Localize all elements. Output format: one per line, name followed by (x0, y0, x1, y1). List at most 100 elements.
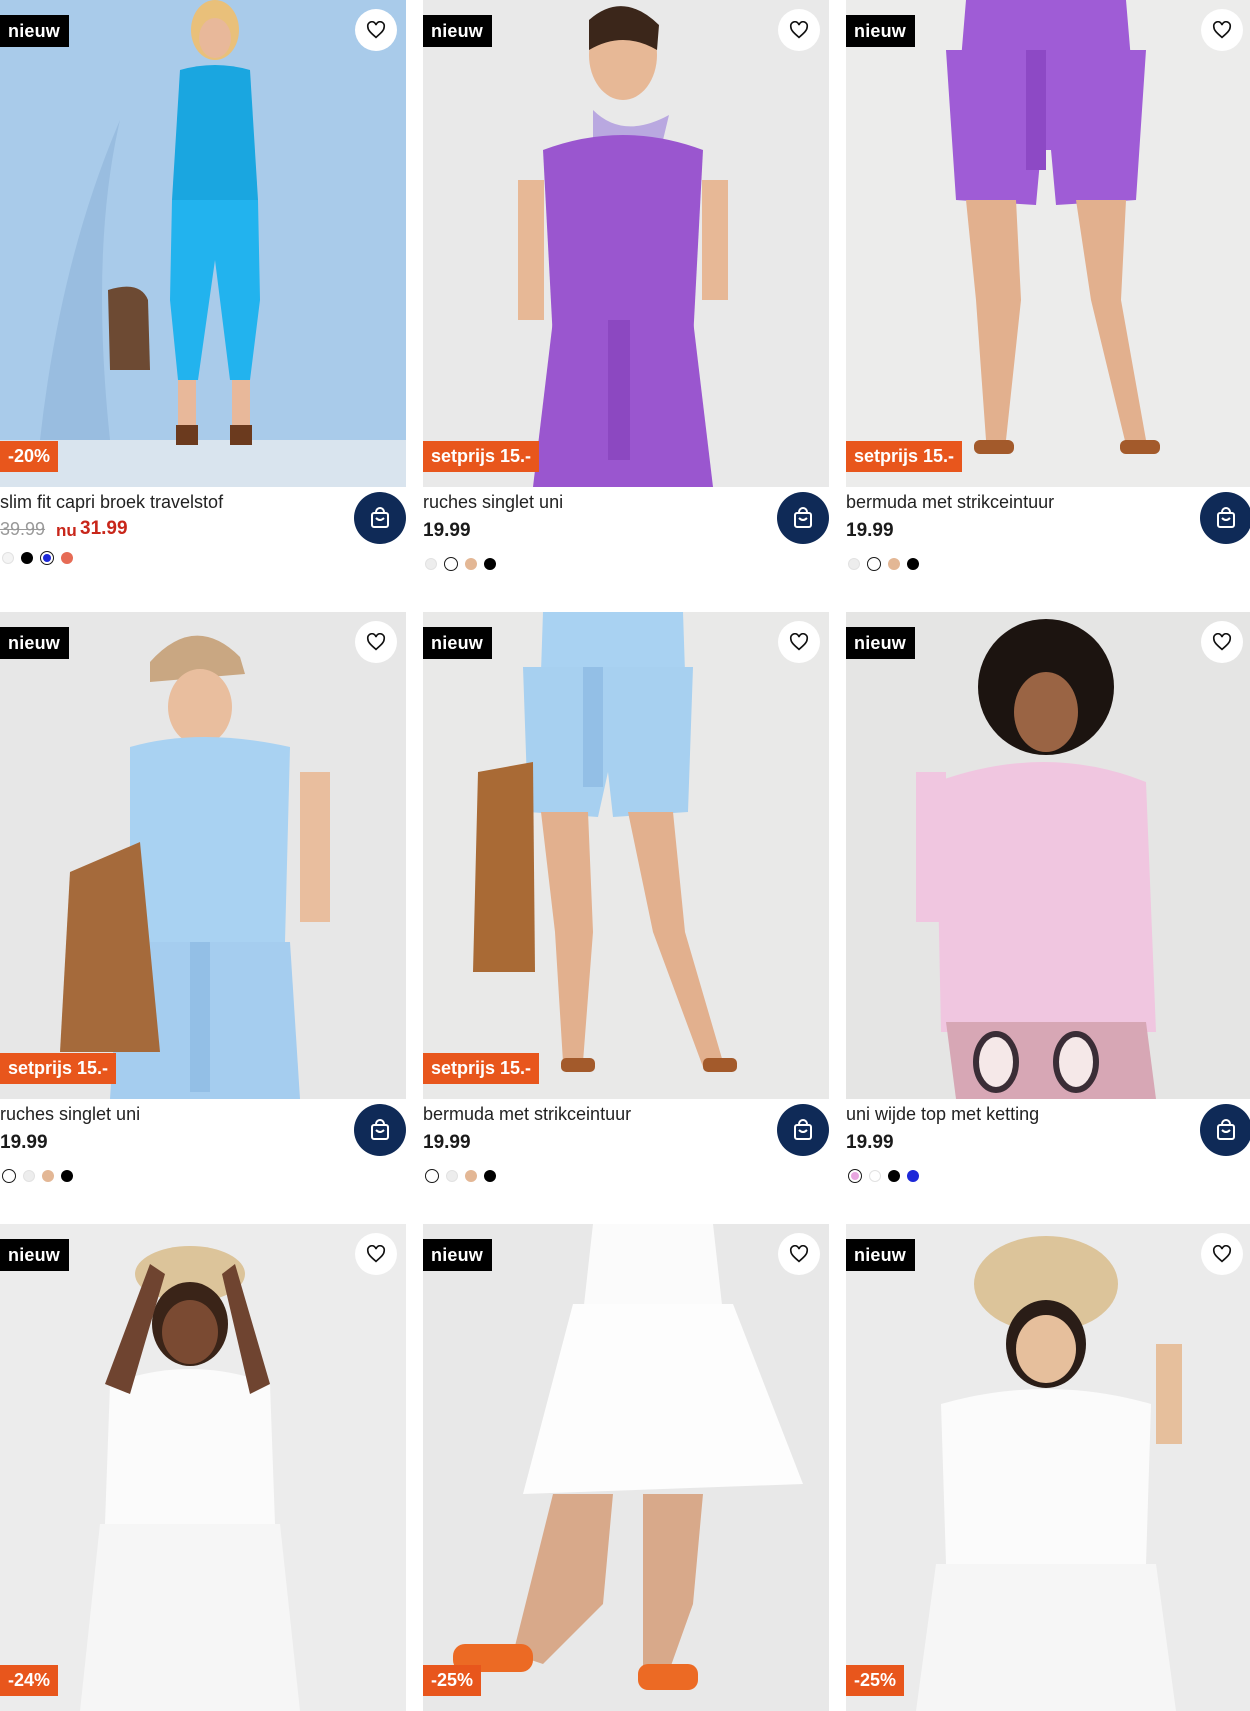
badge-promo: setprijs 15.- (846, 441, 963, 472)
product-card[interactable]: nieuw setprijs 15.- ruches singlet uni 1… (0, 612, 406, 1199)
product-info: bermuda met strikceintuur 19.99 (846, 487, 1250, 587)
product-info: bermuda met strikceintuur 19.99 (423, 1099, 829, 1199)
color-swatch[interactable] (2, 1169, 16, 1183)
color-swatches (425, 557, 496, 571)
color-swatches (2, 551, 73, 565)
color-swatch[interactable] (61, 552, 73, 564)
add-to-cart-button[interactable] (354, 492, 406, 544)
badge-promo: -25% (423, 1665, 482, 1696)
product-card[interactable]: nieuw setprijs 15.- ruches singlet uni 1… (423, 0, 829, 587)
badge-new: nieuw (423, 1239, 493, 1271)
favorite-button[interactable] (778, 1233, 820, 1275)
product-photo (846, 612, 1250, 1099)
price: 19.99 (0, 1132, 48, 1153)
shopping-bag-icon (371, 507, 389, 528)
favorite-button[interactable] (355, 621, 397, 663)
product-card[interactable]: nieuw -20% slim fit capri broek travelst… (0, 0, 406, 587)
add-to-cart-button[interactable] (354, 1104, 406, 1156)
badge-new: nieuw (846, 1239, 916, 1271)
product-image[interactable]: nieuw -25% (423, 1224, 829, 1711)
color-swatch[interactable] (848, 558, 860, 570)
product-image[interactable]: nieuw setprijs 15.- (846, 0, 1250, 487)
price: 19.99 (423, 520, 471, 541)
heart-icon (366, 633, 386, 651)
color-swatch[interactable] (444, 557, 458, 571)
product-photo (423, 612, 829, 1099)
price-new: 31.99 (80, 518, 128, 539)
product-info: ruches singlet uni 19.99 (423, 487, 829, 587)
product-photo (0, 0, 406, 487)
product-card[interactable]: nieuw -25% (846, 1224, 1250, 1711)
color-swatch[interactable] (23, 1170, 35, 1182)
product-title[interactable]: bermuda met strikceintuur (423, 1104, 631, 1125)
color-swatch[interactable] (21, 552, 33, 564)
product-card[interactable]: nieuw -24% (0, 1224, 406, 1711)
color-swatch[interactable] (425, 1169, 439, 1183)
favorite-button[interactable] (778, 9, 820, 51)
color-swatch[interactable] (907, 558, 919, 570)
product-image[interactable]: nieuw (846, 612, 1250, 1099)
badge-promo: setprijs 15.- (423, 1053, 540, 1084)
heart-icon (366, 21, 386, 39)
favorite-button[interactable] (355, 1233, 397, 1275)
heart-icon (789, 1245, 809, 1263)
badge-new: nieuw (423, 627, 493, 659)
color-swatch[interactable] (867, 557, 881, 571)
heart-icon (366, 1245, 386, 1263)
color-swatch[interactable] (465, 558, 477, 570)
price-old: 39.99 (0, 519, 46, 539)
color-swatch[interactable] (425, 558, 437, 570)
product-card[interactable]: nieuw uni wijde top met ketting 19.99 (846, 612, 1250, 1199)
product-title[interactable]: bermuda met strikceintuur (846, 492, 1054, 513)
favorite-button[interactable] (1201, 1233, 1243, 1275)
color-swatch[interactable] (888, 1170, 900, 1182)
product-card[interactable]: nieuw -25% (423, 1224, 829, 1711)
badge-promo: -25% (846, 1665, 905, 1696)
badge-promo: -20% (0, 441, 59, 472)
color-swatch[interactable] (61, 1170, 73, 1182)
favorite-button[interactable] (355, 9, 397, 51)
product-info: slim fit capri broek travelstof 39.99 nu… (0, 487, 406, 587)
heart-icon (1212, 633, 1232, 651)
product-image[interactable]: nieuw setprijs 15.- (423, 0, 829, 487)
product-image[interactable]: nieuw -20% (0, 0, 406, 487)
favorite-button[interactable] (1201, 9, 1243, 51)
product-card[interactable]: nieuw setprijs 15.- bermuda met strikcei… (846, 0, 1250, 587)
color-swatch[interactable] (484, 558, 496, 570)
product-title[interactable]: slim fit capri broek travelstof (0, 492, 223, 513)
product-title[interactable]: ruches singlet uni (423, 492, 563, 513)
product-image[interactable]: nieuw setprijs 15.- (0, 612, 406, 1099)
badge-new: nieuw (0, 15, 70, 47)
heart-icon (789, 21, 809, 39)
badge-promo: -24% (0, 1665, 59, 1696)
color-swatch[interactable] (2, 552, 14, 564)
color-swatch[interactable] (40, 551, 54, 565)
color-swatch[interactable] (907, 1170, 919, 1182)
color-swatch[interactable] (888, 558, 900, 570)
color-swatch[interactable] (869, 1170, 881, 1182)
product-title[interactable]: uni wijde top met ketting (846, 1104, 1039, 1125)
heart-icon (789, 633, 809, 651)
product-photo (0, 612, 406, 1099)
heart-icon (1212, 1245, 1232, 1263)
color-swatch[interactable] (465, 1170, 477, 1182)
favorite-button[interactable] (1201, 621, 1243, 663)
color-swatch[interactable] (446, 1170, 458, 1182)
product-title[interactable]: ruches singlet uni (0, 1104, 140, 1125)
product-info: ruches singlet uni 19.99 (0, 1099, 406, 1199)
product-image[interactable]: nieuw -25% (846, 1224, 1250, 1711)
color-swatch[interactable] (42, 1170, 54, 1182)
color-swatch[interactable] (484, 1170, 496, 1182)
price: 19.99 (846, 520, 894, 541)
color-swatch[interactable] (848, 1169, 862, 1183)
add-to-cart-button[interactable] (1200, 492, 1250, 544)
product-image[interactable]: nieuw -24% (0, 1224, 406, 1711)
product-image[interactable]: nieuw setprijs 15.- (423, 612, 829, 1099)
product-card[interactable]: nieuw setprijs 15.- bermuda met strikcei… (423, 612, 829, 1199)
favorite-button[interactable] (778, 621, 820, 663)
add-to-cart-button[interactable] (777, 492, 829, 544)
add-to-cart-button[interactable] (1200, 1104, 1250, 1156)
product-photo (423, 0, 829, 487)
shopping-bag-icon (794, 507, 812, 528)
add-to-cart-button[interactable] (777, 1104, 829, 1156)
